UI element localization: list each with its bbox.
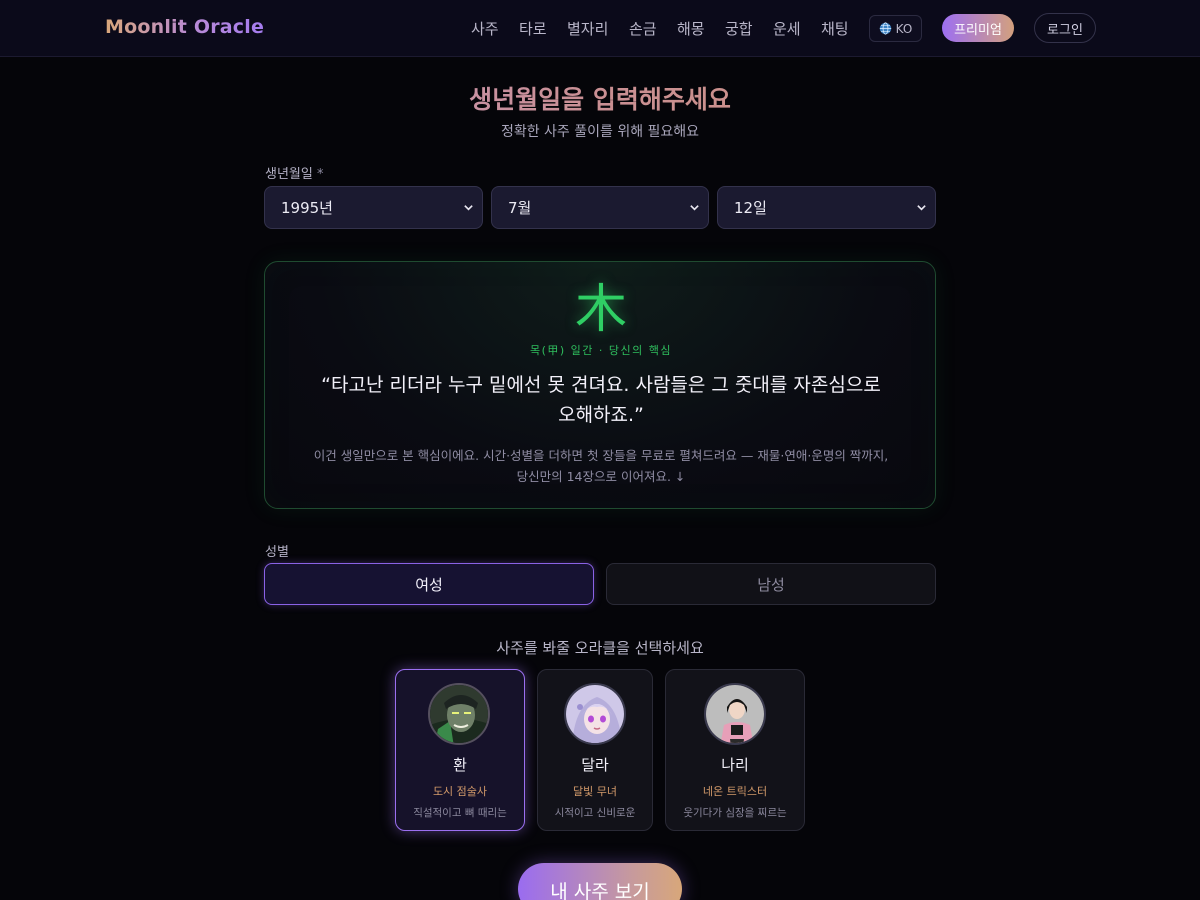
avatar: [564, 683, 626, 745]
core-description: 이건 생일만으로 본 핵심이에요. 시간·성별을 더하면 첫 장들을 무료로 펼…: [295, 445, 907, 487]
gender-female-button[interactable]: 여성: [264, 563, 594, 605]
nav-item-fortune[interactable]: 운세: [773, 18, 801, 39]
page-title: 생년월일을 입력해주세요: [0, 80, 1200, 116]
nav-item-dream[interactable]: 해몽: [677, 18, 705, 39]
nari-portrait-icon: [706, 685, 764, 743]
day-value: 12일: [734, 199, 767, 217]
gender-male-button[interactable]: 남성: [606, 563, 936, 605]
year-select[interactable]: 1995년: [264, 186, 483, 229]
nav-item-chat[interactable]: 채팅: [821, 18, 849, 39]
chevron-down-icon: [690, 205, 699, 211]
nav-item-tarot[interactable]: 타로: [519, 18, 547, 39]
oracle-description: 웃기다가 심장을 찌르는: [683, 807, 787, 819]
description-line-1: 이건 생일만으로 본 핵심이에요. 시간·성별을 더하면 첫 장들을 무료로 펼…: [313, 448, 889, 463]
premium-button[interactable]: 프리미엄: [942, 14, 1014, 42]
language-code: KO: [895, 21, 913, 36]
nav-item-compatibility[interactable]: 궁합: [725, 18, 753, 39]
nav-item-horoscope[interactable]: 별자리: [567, 18, 608, 39]
avatar: [428, 683, 490, 745]
brand-logo[interactable]: Moonlit Oracle: [105, 16, 264, 38]
quote-line-2: 오해하죠.”: [558, 404, 644, 426]
month-value: 7월: [508, 199, 532, 217]
oracle-description: 직설적이고 뼈 때리는: [413, 807, 507, 819]
globe-icon: [879, 22, 891, 35]
chevron-down-icon: [464, 205, 473, 211]
view-my-saju-button[interactable]: 내 사주 보기: [518, 863, 682, 900]
oracle-role: 도시 점술사: [432, 785, 488, 798]
year-value: 1995년: [281, 199, 333, 217]
gender-label: 성별: [265, 545, 289, 560]
personality-quote: “타고난 리더라 누구 밑에선 못 견뎌요. 사람들은 그 줏대를 자존심으로 …: [305, 370, 897, 430]
oracle-name: 환: [453, 756, 467, 774]
avatar: [704, 683, 766, 745]
oracle-name: 달라: [581, 756, 609, 774]
oracle-section-heading: 사주를 봐줄 오라클을 선택하세요: [496, 639, 704, 657]
oracle-card-hwan[interactable]: 환 도시 점술사 직설적이고 뼈 때리는: [395, 669, 525, 831]
top-navigation-bar: Moonlit Oracle 사주 타로 별자리 손금 해몽 궁합 운세 채팅 …: [0, 0, 1200, 57]
hwan-portrait-icon: [430, 685, 488, 743]
birthdate-label-text: 생년월일: [265, 167, 313, 182]
login-button[interactable]: 로그인: [1034, 13, 1096, 43]
quote-line-1: “타고난 리더라 누구 밑에선 못 견뎌요. 사람들은 그 줏대를 자존심으로: [321, 374, 881, 396]
day-master-caption: 목(甲) 일간 · 당신의 핵심: [529, 344, 673, 357]
wood-element-glyph: 木: [574, 280, 627, 340]
chevron-down-icon: [917, 205, 926, 211]
dalla-portrait-icon: [566, 685, 624, 743]
oracle-role: 네온 트릭스터: [702, 785, 768, 798]
oracle-role: 달빛 무녀: [573, 785, 617, 798]
oracle-card-dalla[interactable]: 달라 달빛 무녀 시적이고 신비로운: [537, 669, 653, 831]
day-master-card: 木 목(甲) 일간 · 당신의 핵심 “타고난 리더라 누구 밑에선 못 견뎌요…: [264, 261, 936, 509]
nav-item-saju[interactable]: 사주: [471, 18, 499, 39]
description-line-2: 당신만의 14장으로 이어져요. ↓: [516, 469, 686, 484]
oracle-name: 나리: [721, 756, 749, 774]
page-subtitle: 정확한 사주 풀이를 위해 필요해요: [500, 124, 700, 140]
oracle-description: 시적이고 신비로운: [554, 807, 636, 819]
birthdate-label: 생년월일 *: [265, 163, 323, 182]
language-selector[interactable]: KO: [869, 15, 922, 42]
day-select[interactable]: 12일: [717, 186, 936, 229]
required-mark: *: [316, 167, 324, 182]
nav-item-palmistry[interactable]: 손금: [629, 18, 657, 39]
oracle-card-nari[interactable]: 나리 네온 트릭스터 웃기다가 심장을 찌르는: [665, 669, 805, 831]
month-select[interactable]: 7월: [491, 186, 709, 229]
